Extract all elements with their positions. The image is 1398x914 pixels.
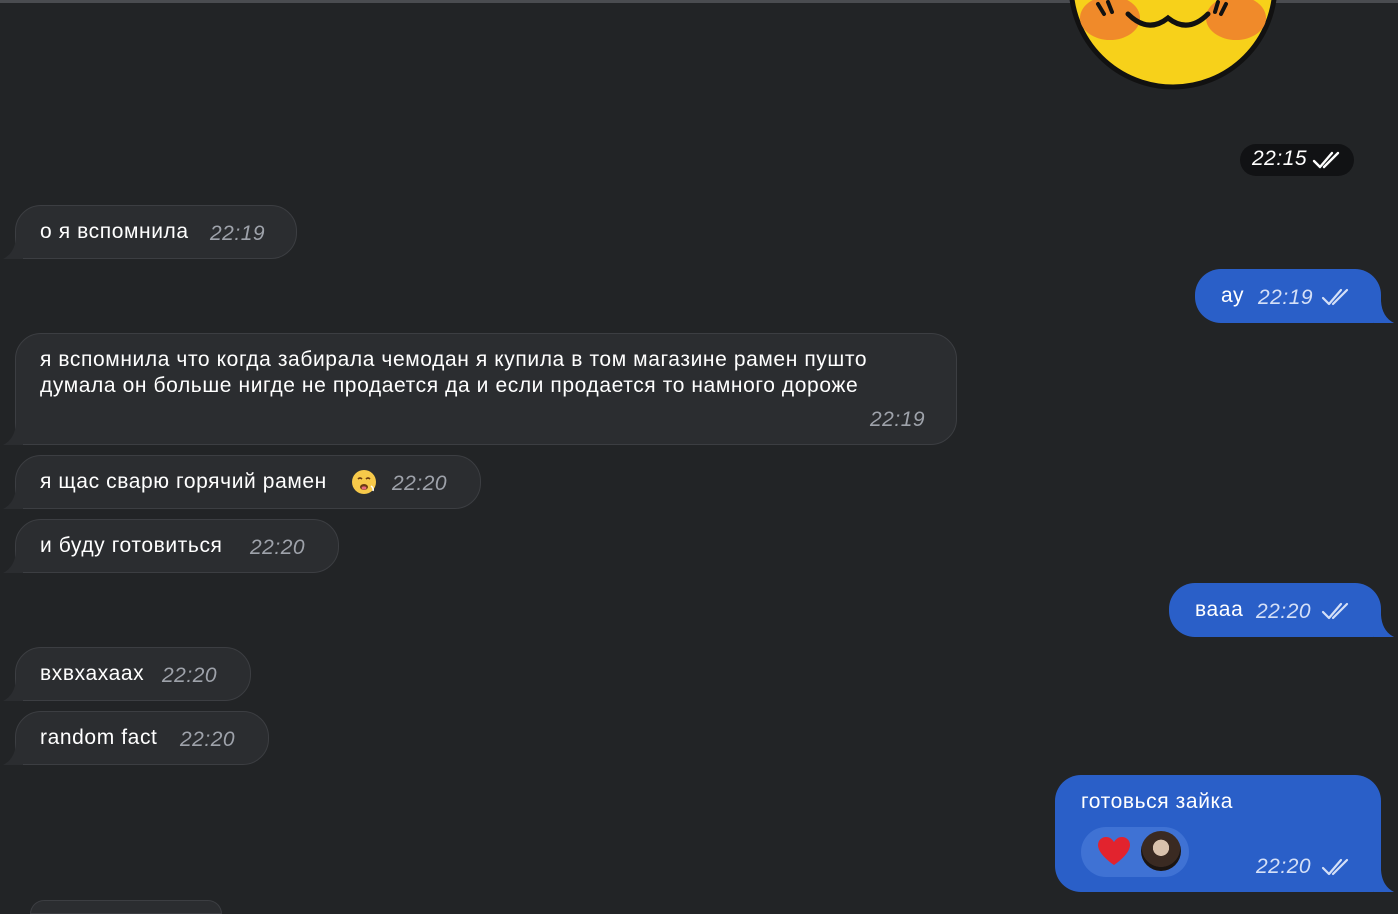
next-incoming-message-edge	[30, 900, 222, 914]
bubble-tail	[3, 487, 23, 509]
bubble-tail	[3, 423, 23, 445]
outgoing-message[interactable]: готовься зайка 22:20	[1055, 775, 1394, 892]
message-text-line: думала он больше нигде не продается да и…	[40, 374, 859, 397]
message-time: 22:20	[180, 728, 236, 751]
incoming-message[interactable]: о я вспомнила 22:19	[3, 205, 297, 259]
double-check-icon	[1312, 151, 1340, 169]
message-time: 22:20	[392, 472, 448, 495]
incoming-message[interactable]: random fact 22:20	[3, 711, 269, 765]
message-time: 22:19	[1258, 286, 1314, 309]
sticker-time-badge: 22:15	[1240, 144, 1354, 176]
message-text: о я вспомнила	[40, 220, 189, 243]
outgoing-message[interactable]: ау 22:19	[1195, 269, 1394, 323]
smiling-sticker-icon[interactable]	[1068, 0, 1278, 90]
double-check-icon	[1321, 858, 1349, 876]
message-time: 22:15	[1252, 147, 1308, 170]
reaction-chip[interactable]	[1081, 827, 1189, 877]
double-check-icon	[1321, 288, 1349, 306]
message-text: вааа	[1195, 598, 1244, 621]
message-time: 22:20	[162, 664, 218, 687]
incoming-message[interactable]: вхвхахаах 22:20	[3, 647, 251, 701]
message-time: 22:19	[870, 408, 926, 431]
message-time: 22:20	[1256, 855, 1312, 878]
red-heart-icon	[1098, 837, 1130, 865]
hot-face-emoji-icon	[352, 470, 376, 494]
message-text: ау	[1221, 284, 1245, 307]
bubble-tail	[1374, 615, 1394, 637]
message-time: 22:20	[250, 536, 306, 559]
incoming-message[interactable]: я вспомнила что когда забирала чемодан я…	[3, 333, 957, 445]
bubble-tail	[3, 743, 23, 765]
message-text: вхвхахаах	[40, 662, 145, 685]
message-time: 22:20	[1256, 600, 1312, 623]
message-text: готовься зайка	[1081, 790, 1234, 813]
message-list[interactable]: 22:15 о я вспомнила 22:19 ау 22:19 я всп…	[0, 0, 1398, 914]
message-text: я щас сварю горячий рамен	[40, 470, 327, 493]
user-avatar[interactable]	[1141, 831, 1181, 871]
bubble-tail	[3, 679, 23, 701]
outgoing-message[interactable]: вааа 22:20	[1169, 583, 1394, 637]
bubble-tail	[1374, 301, 1394, 323]
double-check-icon	[1321, 602, 1349, 620]
bubble-tail	[3, 551, 23, 573]
incoming-message[interactable]: я щас сварю горячий рамен 22:20	[3, 455, 481, 509]
message-time: 22:19	[210, 222, 266, 245]
message-text: и буду готовиться	[40, 534, 223, 557]
message-text: random fact	[40, 726, 158, 749]
bubble-tail	[3, 237, 23, 259]
message-text-line: я вспомнила что когда забирала чемодан я…	[40, 348, 868, 371]
incoming-message[interactable]: и буду готовиться 22:20	[3, 519, 339, 573]
bubble-tail	[1374, 870, 1394, 892]
